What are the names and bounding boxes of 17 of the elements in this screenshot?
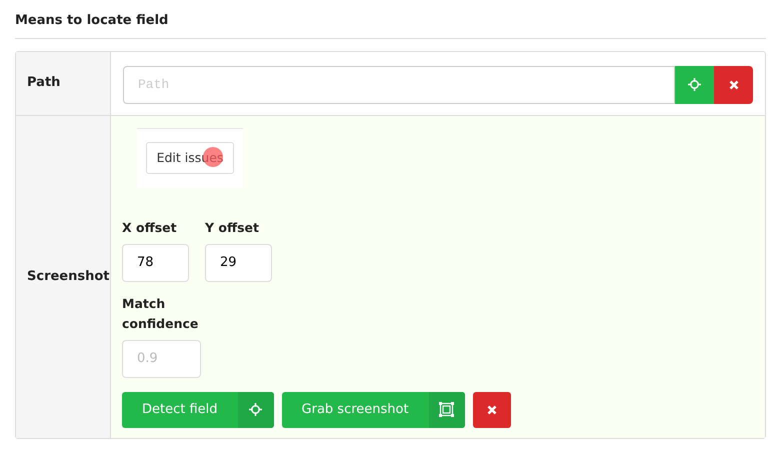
clear-button[interactable] xyxy=(472,392,511,428)
screenshot-icon xyxy=(439,402,454,417)
field-label: Y offset xyxy=(205,218,260,236)
locate-button[interactable] xyxy=(675,66,714,104)
field-label: X offset xyxy=(122,218,178,236)
close-icon xyxy=(728,80,738,90)
crosshair-icon xyxy=(688,78,701,91)
number-field[interactable]: 0.9 xyxy=(122,340,201,378)
number-field[interactable]: 29 xyxy=(205,244,272,282)
crosshair-icon xyxy=(249,403,262,416)
number-field[interactable]: 78 xyxy=(122,244,189,282)
close-icon xyxy=(486,404,497,414)
row-label: Screenshot xyxy=(16,114,111,438)
section-title: Means to locate field xyxy=(15,0,766,38)
row-label: Path xyxy=(16,52,111,114)
field-label: Match confidence xyxy=(122,294,200,332)
clear-button[interactable] xyxy=(714,66,753,104)
